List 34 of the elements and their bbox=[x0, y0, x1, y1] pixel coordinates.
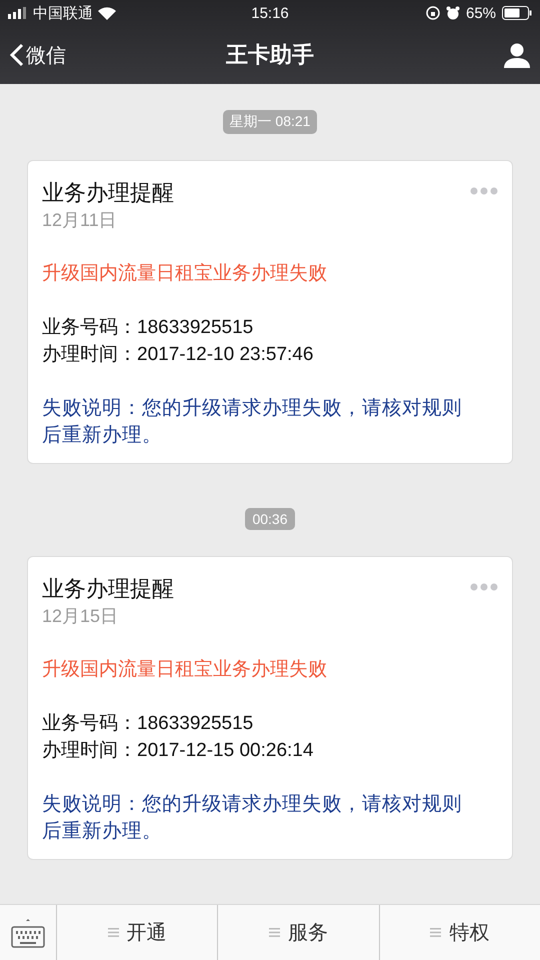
detail-line: 办理时间：2017-12-10 23:57:46 bbox=[42, 343, 314, 367]
menu-button[interactable]: 服务 bbox=[218, 905, 380, 960]
menu-button[interactable]: 特权 bbox=[380, 905, 540, 960]
menu-icon bbox=[430, 928, 442, 937]
detail-line: 业务号码：18633925515 bbox=[42, 316, 254, 340]
menu-icon bbox=[108, 928, 119, 937]
card-date: 12月15日 bbox=[42, 605, 118, 628]
rotation-lock-icon bbox=[426, 6, 440, 20]
clock-time: 15:16 bbox=[251, 4, 289, 22]
card-date: 12月11日 bbox=[42, 209, 117, 232]
alert-text: 升级国内流量日租宝业务办理失败 bbox=[42, 262, 327, 286]
failure-note: 失败说明：您的升级请求办理失败，请核对规则后重新办理。 bbox=[42, 396, 463, 448]
chat-title: 王卡助手 bbox=[226, 41, 314, 69]
profile-button[interactable] bbox=[504, 42, 530, 68]
detail-line: 业务号码：18633925515 bbox=[42, 712, 254, 736]
failure-note: 失败说明：您的升级请求办理失败，请核对规则后重新办理。 bbox=[42, 792, 463, 844]
person-icon bbox=[504, 42, 530, 68]
wifi-icon bbox=[98, 6, 116, 20]
signal-icon bbox=[8, 7, 28, 19]
menu-button[interactable]: 开通 bbox=[57, 905, 218, 960]
card-title: 业务办理提醒 bbox=[42, 179, 174, 207]
message-timestamp: 星期一 08:21 bbox=[222, 110, 318, 134]
menu-icon bbox=[268, 928, 280, 937]
detail-line: 办理时间：2017-12-15 00:26:14 bbox=[42, 739, 314, 763]
alarm-icon bbox=[446, 6, 460, 20]
message-timestamp: 00:36 bbox=[245, 508, 295, 530]
keyboard-icon bbox=[11, 918, 45, 948]
card-title: 业务办理提醒 bbox=[42, 575, 174, 603]
back-button[interactable]: 微信 bbox=[10, 42, 226, 68]
battery-percent: 65% bbox=[466, 4, 496, 22]
alert-text: 升级国内流量日租宝业务办理失败 bbox=[42, 658, 327, 682]
battery-icon bbox=[502, 6, 532, 20]
chevron-left-icon bbox=[10, 43, 24, 67]
carrier-name: 中国联通 bbox=[33, 4, 93, 22]
